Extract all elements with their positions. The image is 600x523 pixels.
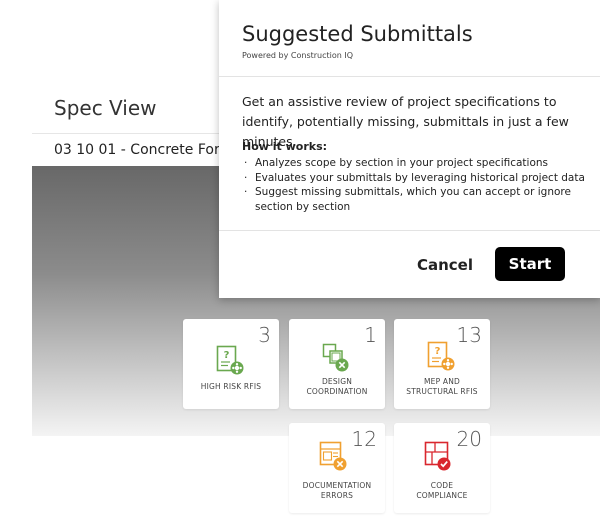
card-design-coordination[interactable]: 1 DESIGN COORDINATION	[289, 319, 385, 409]
list-item: · Analyzes scope by section in your proje…	[244, 157, 549, 169]
list-item: · Evaluates your submittals by leveraging…	[244, 171, 585, 184]
card-count: 12	[351, 427, 377, 451]
compliance-check-icon	[424, 441, 452, 475]
how-it-works-heading: How it works:	[242, 140, 328, 153]
dialog-subtitle: Powered by Construction IQ	[242, 51, 354, 60]
card-label: MEP AND STRUCTURAL RFIS	[406, 377, 478, 396]
card-documentation-errors[interactable]: 12 DOCUMENTATION ERRORS	[289, 423, 385, 513]
card-count: 3	[258, 323, 271, 347]
cancel-button[interactable]: Cancel	[409, 249, 481, 281]
card-label: HIGH RISK RFIS	[200, 382, 262, 391]
dialog-footer-divider	[219, 230, 600, 231]
how-it-works-list: · Analyzes scope by section in your proje…	[242, 156, 587, 214]
card-count: 20	[456, 427, 482, 451]
document-x-icon	[319, 441, 347, 475]
rfi-gear-icon: ?	[427, 341, 455, 375]
svg-text:?: ?	[224, 350, 230, 361]
suggested-submittals-dialog: Suggested Submittals Powered by Construc…	[219, 0, 600, 298]
coordination-x-icon	[322, 343, 350, 377]
card-code-compliance[interactable]: 20 CODE COMPLIANCE	[394, 423, 490, 513]
card-count: 1	[364, 323, 377, 347]
card-count: 13	[456, 323, 482, 347]
dialog-divider	[219, 76, 600, 77]
start-button[interactable]: Start	[495, 247, 565, 281]
svg-text:?: ?	[435, 346, 441, 357]
dialog-title: Suggested Submittals	[242, 22, 473, 46]
spec-view-title: Spec View	[54, 96, 157, 120]
card-label: DOCUMENTATION ERRORS	[302, 481, 372, 500]
list-item: · Suggest missing submittals, which you c…	[244, 186, 571, 213]
card-label: DESIGN COORDINATION	[306, 377, 368, 396]
card-label: CODE COMPLIANCE	[416, 481, 468, 500]
card-mep-structural-rfis[interactable]: 13 ? MEP AND STRUCTURAL RFIS	[394, 319, 490, 409]
card-high-risk-rfis[interactable]: 3 ? HIGH RISK RFIS	[183, 319, 279, 409]
rfi-gear-icon: ?	[216, 345, 244, 379]
